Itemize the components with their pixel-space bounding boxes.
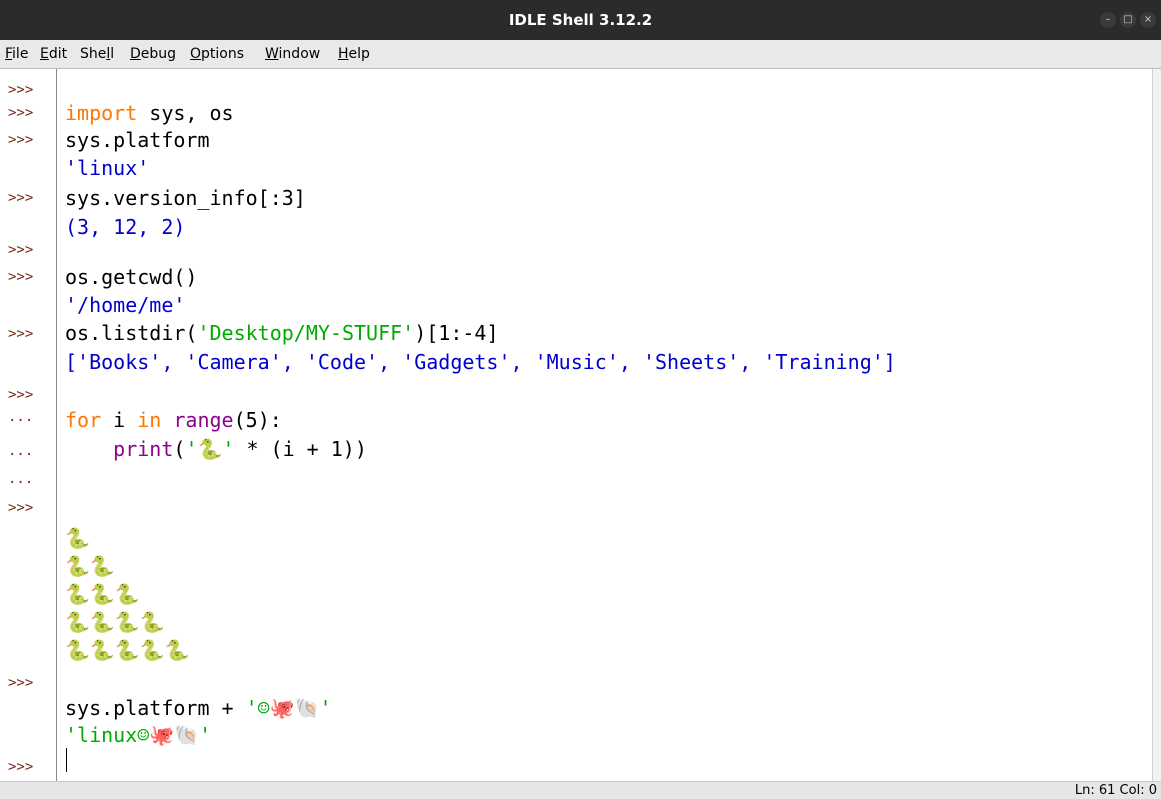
menu-debug[interactable]: Debug: [130, 46, 176, 62]
prompt-marker: ...: [8, 443, 34, 459]
shell-line: print('🐍' * (i + 1)): [113, 437, 367, 461]
shell-line: os.getcwd(): [65, 265, 198, 289]
shell-output: 'linux': [65, 156, 150, 180]
snake-output-row: 🐍🐍: [65, 554, 115, 578]
shell-output: ['Books', 'Camera', 'Code', 'Gadgets', '…: [65, 350, 896, 374]
shell-editor[interactable]: >>> >>> >>> >>> >>> >>> >>> >>> ... ... …: [0, 69, 1161, 781]
shell-line: os.listdir('Desktop/MY-STUFF')[1:-4]: [65, 321, 499, 345]
prompt-marker: >>>: [8, 105, 34, 121]
menu-help[interactable]: Help: [338, 46, 370, 62]
prompt-marker: ...: [8, 471, 34, 487]
prompt-marker: >>>: [8, 326, 34, 342]
prompt-gutter: >>> >>> >>> >>> >>> >>> >>> >>> ... ... …: [0, 69, 57, 781]
prompt-marker: >>>: [8, 132, 34, 148]
shell-output: '/home/me': [65, 293, 186, 317]
vertical-scrollbar[interactable]: [1152, 69, 1161, 781]
prompt-marker: >>>: [8, 269, 34, 285]
prompt-marker: >>>: [8, 759, 34, 775]
snake-output-row: 🐍🐍🐍: [65, 582, 140, 606]
snake-output-row: 🐍🐍🐍🐍: [65, 610, 165, 634]
shell-line: sys.platform + '☺🐙🐚': [65, 696, 332, 720]
prompt-marker: ...: [8, 409, 34, 425]
prompt-marker: >>>: [8, 500, 34, 516]
menu-shell[interactable]: Shell: [80, 46, 114, 62]
minimize-button[interactable]: –: [1100, 12, 1116, 28]
maximize-button[interactable]: □: [1120, 12, 1136, 28]
menu-edit[interactable]: Edit: [40, 46, 67, 62]
text-cursor: [66, 748, 67, 772]
menu-window[interactable]: Window: [265, 46, 320, 62]
shell-line: import sys, os: [65, 101, 234, 125]
prompt-marker: >>>: [8, 387, 34, 403]
prompt-marker: >>>: [8, 675, 34, 691]
shell-output: (3, 12, 2): [65, 215, 186, 239]
prompt-marker: >>>: [8, 190, 34, 206]
prompt-marker: >>>: [8, 82, 34, 98]
shell-line: for i in range(5):: [65, 408, 282, 432]
shell-line: sys.platform: [65, 128, 210, 152]
shell-output: 'linux☺🐙🐚': [65, 723, 212, 747]
prompt-marker: >>>: [8, 242, 34, 258]
status-bar: Ln: 61 Col: 0: [0, 781, 1161, 799]
menu-options[interactable]: Options: [190, 46, 244, 62]
menu-bar: File Edit Shell Debug Options Window Hel…: [0, 40, 1161, 69]
snake-output-row: 🐍🐍🐍🐍🐍: [65, 638, 190, 662]
menu-file[interactable]: File: [5, 46, 28, 62]
shell-line: sys.version_info[:3]: [65, 186, 306, 210]
snake-output-row: 🐍: [65, 526, 90, 550]
close-button[interactable]: ×: [1140, 12, 1156, 28]
title-bar: IDLE Shell 3.12.2 – □ ×: [0, 0, 1161, 40]
window-title: IDLE Shell 3.12.2: [508, 11, 653, 29]
cursor-position: Ln: 61 Col: 0: [1074, 783, 1157, 798]
